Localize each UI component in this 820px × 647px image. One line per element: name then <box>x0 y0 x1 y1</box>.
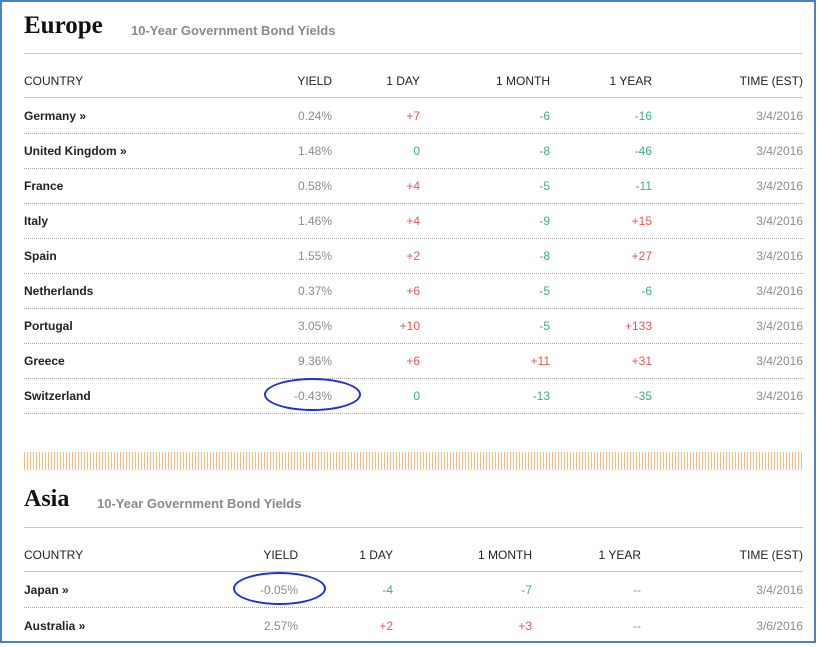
change-1day: +6 <box>406 354 420 368</box>
country-link[interactable]: United Kingdom » <box>24 144 127 158</box>
row-divider <box>24 607 803 608</box>
yield-value: 9.36% <box>297 354 332 368</box>
row-divider <box>24 168 803 169</box>
time-value: 3/4/2016 <box>756 389 803 403</box>
yield-value: 0.37% <box>297 284 332 298</box>
europe-header-1day[interactable]: 1 DAY <box>340 74 420 88</box>
asia-header-divider <box>24 571 803 572</box>
change-1month: -5 <box>539 319 550 333</box>
change-1year: +27 <box>631 249 652 263</box>
change-1month: -13 <box>532 389 550 403</box>
highlight-ellipse <box>233 572 326 605</box>
europe-header-1year[interactable]: 1 YEAR <box>572 74 652 88</box>
asia-subtitle: 10-Year Government Bond Yields <box>97 496 302 511</box>
change-1year: -35 <box>634 389 652 403</box>
row-divider <box>24 238 803 239</box>
section-separator-stripe <box>24 452 803 470</box>
time-value: 3/4/2016 <box>756 144 803 158</box>
country-link[interactable]: Australia » <box>24 619 85 633</box>
country-name: Portugal <box>24 319 73 333</box>
row-divider <box>24 133 803 134</box>
yield-value: 3.05% <box>297 319 332 333</box>
yield-value: 1.48% <box>297 144 332 158</box>
asia-title-divider <box>24 527 803 528</box>
change-1year: -- <box>633 619 641 633</box>
row-divider <box>24 273 803 274</box>
row-divider <box>24 308 803 309</box>
change-1month: -6 <box>539 109 550 123</box>
asia-title: Asia <box>24 486 70 512</box>
europe-title-divider <box>24 53 803 54</box>
change-1day: +4 <box>406 214 420 228</box>
change-1day: +4 <box>406 179 420 193</box>
asia-header-time[interactable]: TIME (EST) <box>683 548 803 562</box>
europe-header-time[interactable]: TIME (EST) <box>683 74 803 88</box>
highlight-ellipse <box>264 378 361 411</box>
row-divider <box>24 203 803 204</box>
change-1day: +6 <box>406 284 420 298</box>
country-name: Greece <box>24 354 65 368</box>
time-value: 3/4/2016 <box>756 354 803 368</box>
europe-header-yield[interactable]: YIELD <box>252 74 332 88</box>
change-1day: +10 <box>399 319 420 333</box>
change-1month: -9 <box>539 214 550 228</box>
time-value: 3/4/2016 <box>756 249 803 263</box>
europe-subtitle: 10-Year Government Bond Yields <box>131 23 336 38</box>
time-value: 3/4/2016 <box>756 583 803 597</box>
row-divider <box>24 378 803 379</box>
country-link[interactable]: Germany » <box>24 109 86 123</box>
asia-header-1month[interactable]: 1 MONTH <box>432 548 532 562</box>
country-name: Switzerland <box>24 389 91 403</box>
time-value: 3/4/2016 <box>756 179 803 193</box>
yield-value: 1.46% <box>297 214 332 228</box>
asia-header-1day[interactable]: 1 DAY <box>313 548 393 562</box>
change-1month: +11 <box>530 354 550 368</box>
change-1day: +2 <box>406 249 420 263</box>
time-value: 3/4/2016 <box>756 109 803 123</box>
change-1month: -5 <box>539 179 550 193</box>
change-1year: +31 <box>631 354 652 368</box>
time-value: 3/4/2016 <box>756 214 803 228</box>
country-name: France <box>24 179 64 193</box>
country-name: Italy <box>24 214 49 228</box>
change-1month: -7 <box>521 583 532 597</box>
change-1year: +15 <box>631 214 652 228</box>
time-value: 3/6/2016 <box>756 619 803 633</box>
asia-header-yield[interactable]: YIELD <box>218 548 298 562</box>
asia-header-country[interactable]: COUNTRY <box>24 548 83 562</box>
change-1year: +133 <box>624 319 652 333</box>
change-1year: -- <box>633 583 641 597</box>
yield-value: 0.24% <box>297 109 332 123</box>
change-1day: +2 <box>379 619 393 633</box>
country-link[interactable]: Japan » <box>24 583 69 597</box>
change-1day: 0 <box>413 144 420 158</box>
change-1year: -46 <box>634 144 652 158</box>
change-1month: -8 <box>539 144 550 158</box>
asia-header-1year[interactable]: 1 YEAR <box>561 548 641 562</box>
row-divider <box>24 413 803 414</box>
country-name: Spain <box>24 249 57 263</box>
yield-value: 0.58% <box>297 179 332 193</box>
row-divider <box>24 343 803 344</box>
change-1month: +3 <box>518 619 532 633</box>
change-1year: -16 <box>634 109 652 123</box>
europe-title: Europe <box>24 12 103 39</box>
change-1month: -5 <box>539 284 550 298</box>
country-name: Netherlands <box>24 284 94 298</box>
change-1year: -6 <box>641 284 652 298</box>
time-value: 3/4/2016 <box>756 284 803 298</box>
europe-header-divider <box>24 97 803 98</box>
yield-value: 2.57% <box>263 619 298 633</box>
europe-header-country[interactable]: COUNTRY <box>24 74 83 88</box>
europe-header-1month[interactable]: 1 MONTH <box>450 74 550 88</box>
change-1month: -8 <box>539 249 550 263</box>
yield-value: 1.55% <box>297 249 332 263</box>
change-1day: +7 <box>406 109 420 123</box>
time-value: 3/4/2016 <box>756 319 803 333</box>
change-1year: -11 <box>635 179 652 193</box>
